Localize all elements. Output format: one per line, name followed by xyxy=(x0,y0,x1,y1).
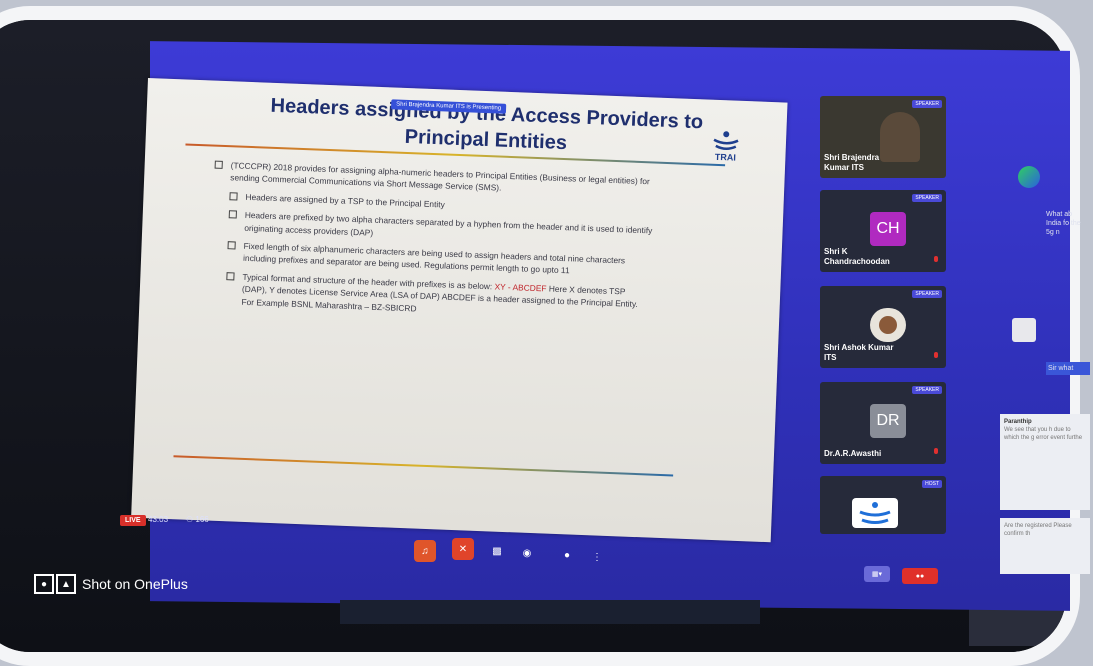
chat-message: What ab India fo the 5g n xyxy=(1046,211,1081,236)
chat-card: Paranthip We see that you h due to which… xyxy=(1000,414,1090,510)
host-logo-icon xyxy=(852,498,898,528)
participant-tile[interactable]: SPEAKER Shri Brajendra Kumar ITS xyxy=(820,96,946,178)
mic-muted-icon xyxy=(934,256,938,262)
avatar xyxy=(870,308,906,342)
role-badge: SPEAKER xyxy=(912,290,942,298)
bullet-item: Typical format and structure of the head… xyxy=(225,270,650,323)
mic-button[interactable]: ♫ xyxy=(414,540,436,562)
screen-share-button[interactable]: ▩ xyxy=(486,540,508,562)
participant-name: Shri Brajendra Kumar ITS xyxy=(824,153,880,172)
trai-logo-text: TRAI xyxy=(714,151,737,163)
role-badge: SPEAKER xyxy=(912,386,942,394)
chat-avatar xyxy=(1018,166,1040,188)
avatar: CH xyxy=(870,212,906,246)
participant-name: Dr.A.R.Awasthi xyxy=(824,449,882,458)
participant-name: Shri Ashok Kumar ITS xyxy=(824,343,894,362)
camera-button[interactable]: ✕ xyxy=(452,538,474,560)
session-timer: 43:03 xyxy=(148,515,169,524)
reactions-button[interactable]: ● xyxy=(556,544,578,566)
mic-muted-icon xyxy=(934,448,938,454)
role-badge: SPEAKER xyxy=(912,100,942,108)
avatar: DR xyxy=(870,404,906,438)
chat-card-text: Are the registered Please confirm th xyxy=(1004,523,1072,537)
participant-tile[interactable]: SPEAKER DR Dr.A.R.Awasthi xyxy=(820,382,946,464)
viewer-count: ⚇ 166 xyxy=(186,515,209,524)
participant-tile[interactable]: HOST xyxy=(820,476,946,534)
oneplus-logo-icon: ▲ xyxy=(56,574,76,594)
participant-tile[interactable]: SPEAKER Shri Ashok Kumar ITS xyxy=(820,286,946,368)
role-badge: SPEAKER xyxy=(912,194,942,202)
bottom-divider xyxy=(173,455,674,477)
chat-card-text: We see that you h due to which the g err… xyxy=(1004,427,1083,441)
windows-taskbar xyxy=(340,600,760,624)
chat-card: Are the registered Please confirm th xyxy=(1000,518,1090,574)
chat-message: Sir what xyxy=(1046,362,1090,375)
more-options-button[interactable]: ⋮ xyxy=(586,546,608,568)
trai-logo-icon xyxy=(713,131,739,150)
watermark-text: Shot on OnePlus xyxy=(82,576,188,592)
role-badge: HOST xyxy=(922,480,942,488)
slide-bullets: (TCCCPR) 2018 provides for assigning alp… xyxy=(209,159,655,330)
participant-tile[interactable]: SPEAKER CH Shri K Chandrachoodan xyxy=(820,190,946,272)
record-button[interactable]: ◉ xyxy=(516,542,538,564)
chat-card-author: Paranthip xyxy=(1004,419,1032,425)
camera-watermark: ● ▲ Shot on OnePlus xyxy=(34,574,188,594)
slide-title: Headers assigned by the Access Providers… xyxy=(206,90,768,163)
mic-muted-icon xyxy=(934,352,938,358)
trai-logo: TRAI xyxy=(705,129,746,163)
header-format-example: XY - ABCDEF xyxy=(494,281,547,294)
leave-button[interactable]: ●● xyxy=(902,568,938,584)
layout-dropdown-button[interactable]: ▦▾ xyxy=(864,566,890,582)
participant-name: Shri K Chandrachoodan xyxy=(824,247,890,266)
presentation-slide: Headers assigned by the Access Providers… xyxy=(131,78,788,543)
oneplus-logo-icon: ● xyxy=(34,574,54,594)
chat-user-icon xyxy=(1012,318,1036,342)
live-badge: LIVE xyxy=(120,515,146,526)
